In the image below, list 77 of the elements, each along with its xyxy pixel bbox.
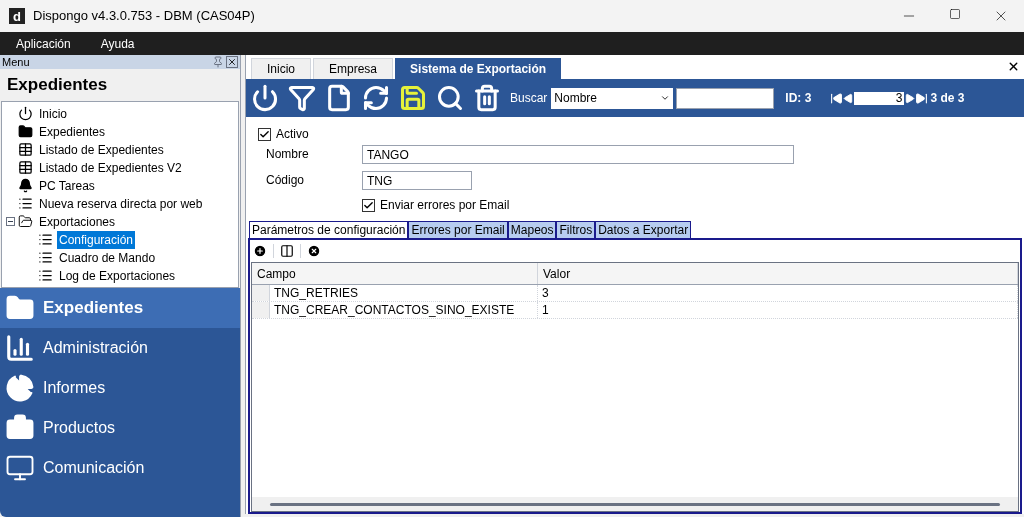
trash-icon[interactable] bbox=[473, 84, 501, 112]
tree-item[interactable]: Log de Exportaciones bbox=[57, 266, 178, 285]
checkbox[interactable] bbox=[362, 198, 375, 212]
tree-item[interactable]: Cuadro de Mando bbox=[57, 248, 158, 267]
new-file-icon[interactable] bbox=[325, 84, 353, 112]
table-cell: TNG_CREAR_CONTACTOS_SINO_EXISTE bbox=[270, 302, 538, 318]
panel-title: Menu bbox=[2, 56, 30, 68]
previous-record-icon[interactable] bbox=[843, 92, 855, 104]
text-field[interactable]: TANGO bbox=[362, 145, 794, 164]
sub-tab[interactable]: Filtros bbox=[556, 221, 596, 238]
horizontal-scrollbar[interactable] bbox=[252, 497, 1018, 511]
nav-item[interactable]: Administración bbox=[0, 327, 240, 368]
field-label: Código bbox=[265, 172, 306, 189]
table-icon bbox=[18, 160, 33, 175]
document-tab[interactable]: Inicio bbox=[251, 58, 311, 79]
sub-tab[interactable]: Parámetros de configuración bbox=[249, 221, 409, 238]
tree-item[interactable]: Listado de Expedientes bbox=[37, 140, 166, 159]
add-icon[interactable] bbox=[253, 244, 267, 258]
field-label: Nombre bbox=[265, 146, 310, 163]
bell-icon bbox=[18, 178, 33, 193]
list-icon bbox=[38, 232, 53, 247]
record-id: ID: 3 bbox=[785, 90, 812, 107]
remove-icon[interactable] bbox=[307, 244, 321, 258]
app-logo: d bbox=[9, 8, 25, 24]
search-input[interactable] bbox=[676, 87, 775, 109]
table-cell: TNG_RETRIES bbox=[270, 285, 538, 301]
list-icon bbox=[38, 250, 53, 265]
filter-icon[interactable] bbox=[288, 84, 316, 112]
nav-item[interactable]: Informes bbox=[0, 367, 240, 408]
search-label: Buscar bbox=[510, 90, 548, 107]
collapse-toggle[interactable] bbox=[5, 217, 15, 226]
nav-item[interactable]: Comunicación bbox=[0, 447, 240, 488]
record-count: 3 de 3 bbox=[930, 90, 965, 107]
menu-item[interactable]: Ayuda bbox=[100, 34, 135, 53]
nav-item[interactable]: Expedientes bbox=[0, 287, 240, 328]
document-tab[interactable]: Empresa bbox=[313, 58, 394, 79]
sub-tab[interactable]: Datos a Exportar bbox=[595, 221, 692, 238]
folder-icon bbox=[18, 124, 33, 139]
tree-item[interactable]: Configuración bbox=[57, 230, 136, 249]
folder-open-icon bbox=[18, 214, 33, 229]
table-icon bbox=[18, 142, 33, 157]
tree-item[interactable]: Nueva reserva directa por web bbox=[37, 194, 205, 213]
table-cell: 1 bbox=[538, 302, 1018, 318]
next-record-icon[interactable] bbox=[904, 92, 916, 104]
chart-icon bbox=[5, 332, 35, 363]
nav-item[interactable]: Productos bbox=[0, 407, 240, 448]
window-title: Dispongo v4.3.0.753 - DBM (CAS04P) bbox=[33, 7, 255, 26]
text-field[interactable]: TNG bbox=[362, 171, 472, 190]
tree-item[interactable]: PC Tareas bbox=[37, 176, 97, 195]
checkbox[interactable] bbox=[258, 127, 271, 141]
tree-item[interactable]: Inicio bbox=[37, 104, 69, 123]
save-icon[interactable] bbox=[399, 84, 427, 112]
tree-item[interactable]: Listado de Expedientes V2 bbox=[37, 158, 184, 177]
dropdown-icon bbox=[660, 93, 671, 103]
checkbox-label: Activo bbox=[276, 126, 309, 143]
sub-tab[interactable]: Errores por Email bbox=[408, 221, 508, 238]
tree-item[interactable]: Expedientes bbox=[37, 122, 108, 141]
columns-icon[interactable] bbox=[280, 244, 294, 258]
refresh-icon[interactable] bbox=[362, 84, 390, 112]
sub-tab[interactable]: Mapeos bbox=[507, 221, 557, 238]
search-icon[interactable] bbox=[436, 84, 464, 112]
search-field-select[interactable]: Nombre bbox=[551, 87, 674, 109]
list-icon bbox=[18, 196, 33, 211]
column-header[interactable]: Valor bbox=[538, 263, 1018, 284]
panel-heading: Expedientes bbox=[6, 74, 109, 96]
document-tab[interactable]: Sistema de Exportación bbox=[395, 58, 562, 79]
menu-item[interactable]: Aplicación bbox=[16, 34, 71, 53]
column-header[interactable]: Campo bbox=[252, 263, 538, 284]
tree-item[interactable]: Exportaciones bbox=[37, 212, 118, 231]
list-icon bbox=[38, 268, 53, 283]
table-cell: 3 bbox=[538, 285, 1018, 301]
close-icon[interactable] bbox=[226, 56, 238, 68]
power-icon[interactable] bbox=[251, 84, 279, 112]
checkbox-label: Enviar errores por Email bbox=[380, 197, 510, 214]
close-icon[interactable] bbox=[1007, 60, 1020, 73]
pie-icon bbox=[5, 372, 35, 403]
power-icon bbox=[18, 106, 33, 121]
